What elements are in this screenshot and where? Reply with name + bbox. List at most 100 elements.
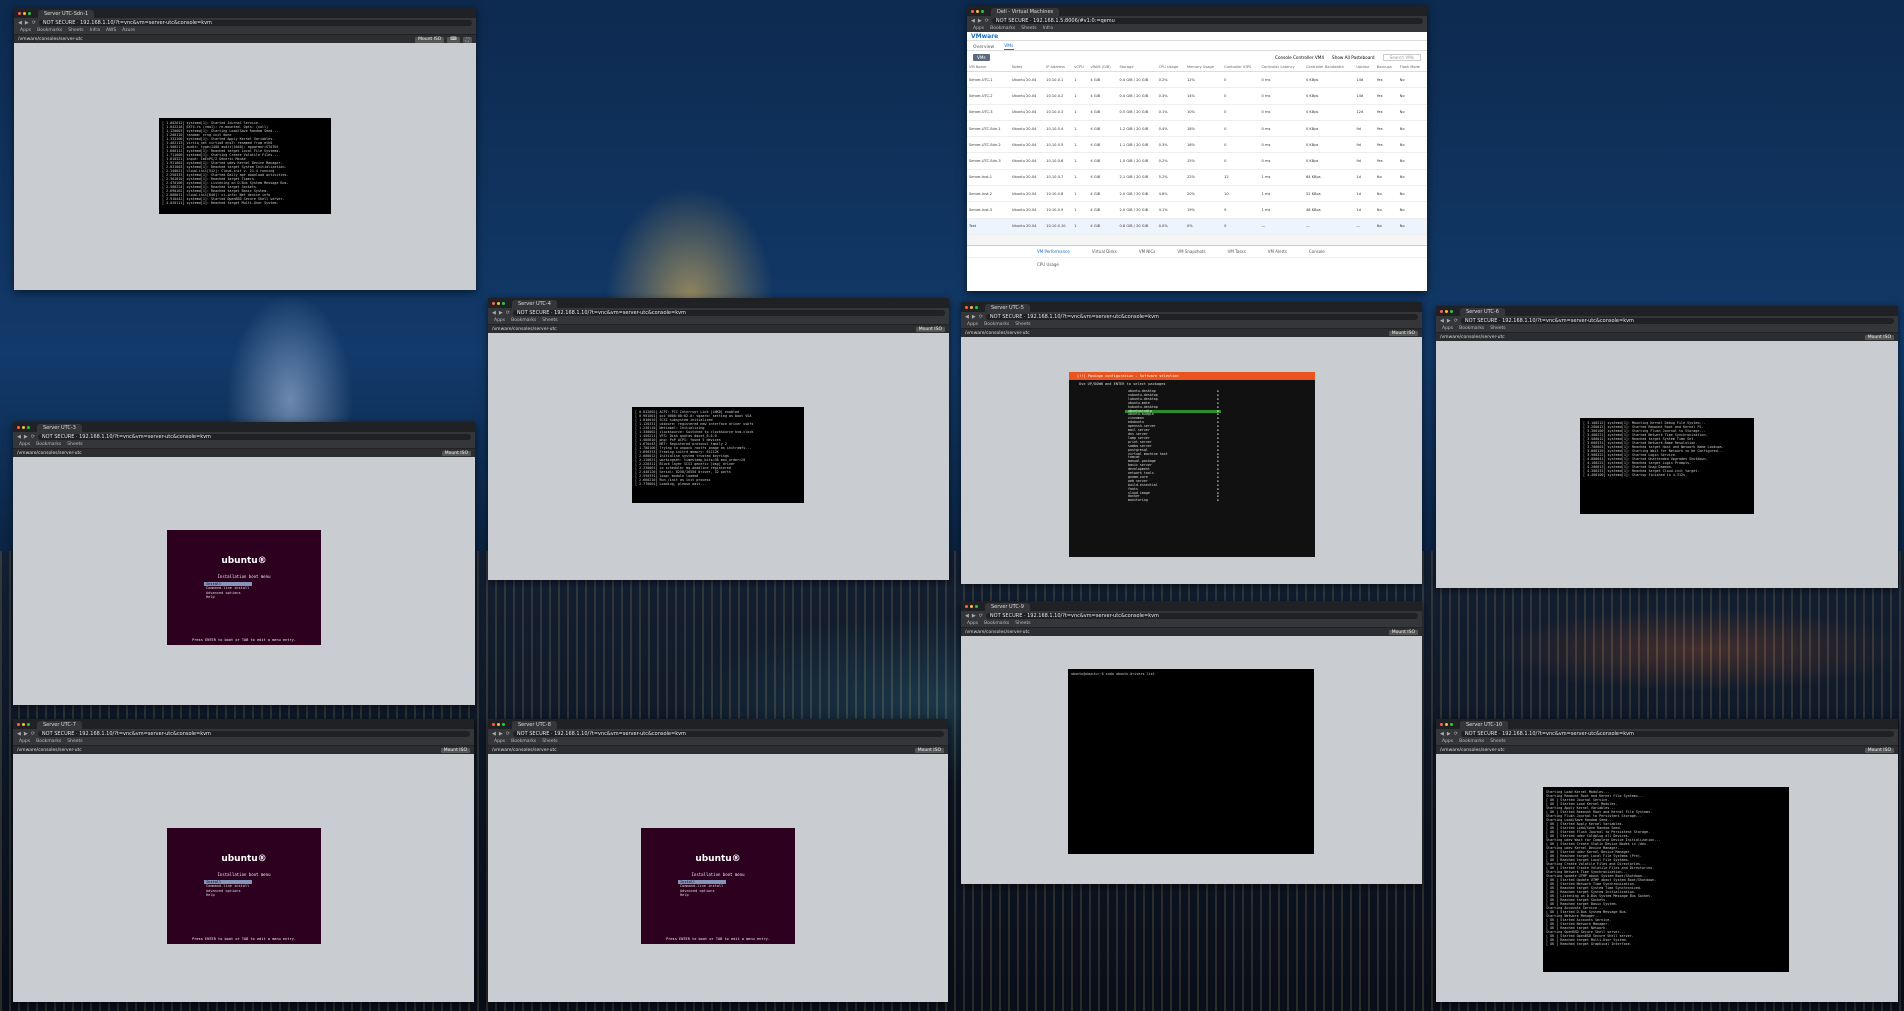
package-selection-screen[interactable]: [!!] Package configuration - Software se… xyxy=(1069,372,1315,557)
table-row[interactable]: Server-UTC-Sdn-2 Ubuntu 20.04 10.10.0.5 1 4 … xyxy=(967,136,1427,154)
bookmark-item[interactable]: Bookmarks xyxy=(511,317,536,324)
back-icon[interactable]: ◀ xyxy=(492,310,496,316)
browser-tab[interactable]: Server UTC-6 xyxy=(1460,308,1505,316)
vm-console-terminal[interactable]: [ 3.100212] systemd[1]: Mounting Kernel … xyxy=(1580,418,1754,514)
window-controls[interactable] xyxy=(1440,306,1453,316)
browser-window-9[interactable]: Server UTC-9 ◀ ▶ ⟳ NOT SECURE · 192.168.1.1… xyxy=(961,601,1422,884)
vms-button[interactable]: VMs xyxy=(973,53,990,61)
bookmark-item[interactable]: Sheets xyxy=(1015,321,1030,328)
table-row[interactable]: Server-UTC-Sdn-3 Ubuntu 20.04 10.10.0.6 1 4 … xyxy=(967,152,1427,170)
bookmark-item[interactable]: Bookmarks xyxy=(990,25,1015,32)
reload-icon[interactable]: ⟳ xyxy=(1454,731,1458,737)
bookmark-item[interactable]: Apps xyxy=(967,321,978,328)
address-bar[interactable]: NOT SECURE · 192.168.1.10/?t=vnc&vm=serv… xyxy=(512,730,944,737)
bookmark-item[interactable]: Sheets xyxy=(67,738,82,745)
bookmark-item[interactable]: Apps xyxy=(494,738,505,745)
boot-menu[interactable]: Install Command-line install Advanced op… xyxy=(678,880,726,897)
window-controls[interactable] xyxy=(17,422,30,432)
bookmark-item[interactable]: Sheets xyxy=(542,317,557,324)
mount-iso-button[interactable]: Mount ISO xyxy=(1388,630,1418,635)
table-row[interactable]: Server-UTC-2 Ubuntu 20.04 10.10.0.2 1 4 GiB 0… xyxy=(967,87,1427,105)
checkbox-icon[interactable]: ▪ xyxy=(1217,498,1219,503)
mount-iso-button[interactable]: Mount ISO xyxy=(440,748,470,753)
mount-iso-button[interactable]: Mount ISO xyxy=(914,748,944,753)
reload-icon[interactable]: ⟳ xyxy=(979,314,983,320)
mount-iso-button[interactable]: Mount ISO xyxy=(415,36,445,43)
window-controls[interactable] xyxy=(1440,719,1453,729)
tab-overview[interactable]: Overview xyxy=(973,45,994,50)
window-controls[interactable] xyxy=(492,298,505,308)
bookmark-item[interactable]: Apps xyxy=(494,317,505,324)
bookmark-item[interactable]: Sheets xyxy=(68,27,83,34)
back-icon[interactable]: ◀ xyxy=(965,314,969,320)
browser-tab[interactable]: Server UTC-5 xyxy=(985,304,1030,312)
back-icon[interactable]: ◀ xyxy=(1440,731,1444,737)
tab-vms[interactable]: VMs xyxy=(1004,44,1014,50)
browser-window-6[interactable]: Server UTC-6 ◀ ▶ ⟳ NOT SECURE · 192.168.1.1… xyxy=(1436,306,1898,588)
reload-icon[interactable]: ⟳ xyxy=(31,731,35,737)
back-icon[interactable]: ◀ xyxy=(492,731,496,737)
forward-icon[interactable]: ▶ xyxy=(24,731,28,737)
column-header[interactable]: VM Name xyxy=(967,63,1010,72)
detail-tab[interactable]: VM Performance xyxy=(1037,249,1070,254)
bookmark-item[interactable]: Apps xyxy=(1442,738,1453,745)
browser-tab[interactable]: Server UTC-8 xyxy=(512,721,557,729)
mount-iso-button[interactable]: Mount ISO xyxy=(915,327,945,332)
address-bar[interactable]: NOT SECURE · 192.168.1.10/?t=vnc&vm=serv… xyxy=(37,433,471,440)
forward-icon[interactable]: ▶ xyxy=(1447,731,1451,737)
column-header[interactable]: CPU Usage xyxy=(1156,63,1185,72)
browser-window-10[interactable]: Server UTC-10 ◀ ▶ ⟳ NOT SECURE · 192.168.1.… xyxy=(1436,719,1898,1002)
bookmark-item[interactable]: Bookmarks xyxy=(36,738,61,745)
browser-tab[interactable]: Server UTC-7 xyxy=(37,721,82,729)
column-header[interactable]: vRAM (GiB) xyxy=(1088,63,1118,72)
vm-console-terminal[interactable]: Starting Load Kernel Modules... Starting… xyxy=(1543,787,1789,972)
address-bar[interactable]: NOT SECURE · 192.168.1.5:8006/#v1:0:=qem… xyxy=(991,17,1423,24)
boot-menu-item[interactable]: Help xyxy=(204,893,252,897)
bookmark-item[interactable]: Infra xyxy=(90,27,100,34)
column-header[interactable]: Controller Latency xyxy=(1259,63,1304,72)
package-list[interactable]: ubuntu-desktop ▪ xubuntu-desktop ▪ lubuntu-d… xyxy=(1125,389,1221,503)
reload-icon[interactable]: ⟳ xyxy=(32,20,36,26)
column-header[interactable]: Uptime xyxy=(1354,63,1375,72)
browser-tab[interactable]: Server UTC-3 xyxy=(37,424,82,432)
browser-window-8[interactable]: Server UTC-8 ◀ ▶ ⟳ NOT SECURE · 192.168.1.1… xyxy=(488,719,948,1002)
window-controls[interactable] xyxy=(965,601,978,611)
boot-menu-item[interactable]: Help xyxy=(678,893,726,897)
bookmark-item[interactable]: Apps xyxy=(20,27,31,34)
bookmark-item[interactable]: Apps xyxy=(19,441,30,448)
forward-icon[interactable]: ▶ xyxy=(499,310,503,316)
reload-icon[interactable]: ⟳ xyxy=(985,18,989,24)
back-icon[interactable]: ◀ xyxy=(1440,318,1444,324)
address-bar[interactable]: NOT SECURE · 192.168.1.10/?t=vnc&vm=serv… xyxy=(38,19,472,26)
table-row[interactable]: Test Ubuntu 20.04 10.10.0.10 1 4 GiB 0.8 GiB … xyxy=(967,218,1427,235)
keyboard-icon[interactable]: ⌨ xyxy=(447,36,460,43)
boot-menu-item[interactable]: Command-line install xyxy=(678,884,726,888)
boot-menu[interactable]: Install Command-line install Advanced op… xyxy=(204,582,252,599)
bookmark-item[interactable]: Sheets xyxy=(1015,620,1030,627)
bookmark-item[interactable]: Azure xyxy=(122,27,135,34)
bookmark-item[interactable]: Apps xyxy=(973,25,984,32)
window-controls[interactable] xyxy=(971,6,984,16)
address-bar[interactable]: NOT SECURE · 192.168.1.10/?t=vnc&vm=serv… xyxy=(985,313,1418,320)
column-header[interactable]: vCPU xyxy=(1072,63,1089,72)
table-row[interactable]: Server-Inst-3 Ubuntu 20.04 10.10.0.9 1 4 GiB… xyxy=(967,201,1427,219)
boot-menu[interactable]: Install Command-line install Advanced op… xyxy=(204,880,252,897)
column-header[interactable]: Controller IOPS xyxy=(1222,63,1260,72)
browser-window-4[interactable]: Server UTC-4 ◀ ▶ ⟳ NOT SECURE · 192.168.1.1… xyxy=(488,298,949,580)
reload-icon[interactable]: ⟳ xyxy=(506,731,510,737)
forward-icon[interactable]: ▶ xyxy=(1447,318,1451,324)
back-icon[interactable]: ◀ xyxy=(965,613,969,619)
search-input[interactable]: Search VMs xyxy=(1382,53,1421,61)
browser-window-vm-manager[interactable]: Dell - Virtual Machines ◀ ▶ ⟳ NOT SECURE · … xyxy=(967,6,1427,291)
column-header[interactable]: Controller Bandwidth xyxy=(1303,63,1355,72)
browser-window-3[interactable]: Server UTC-3 ◀ ▶ ⟳ NOT SECURE · 192.168.1.1… xyxy=(13,422,475,705)
window-controls[interactable] xyxy=(18,8,31,18)
mount-iso-button[interactable]: Mount ISO xyxy=(1864,748,1894,753)
browser-tab[interactable]: Server UTC-Sdn-1 xyxy=(38,10,95,18)
vm-console-terminal[interactable]: [ 0.812002] ACPI: PCI Interrupt Link [LN… xyxy=(632,407,804,503)
filter-select[interactable]: Show All Pasteboard xyxy=(1332,55,1375,60)
window-controls[interactable] xyxy=(965,302,978,312)
window-controls[interactable] xyxy=(492,719,505,729)
bookmark-item[interactable]: Sheets xyxy=(1490,738,1505,745)
forward-icon[interactable]: ▶ xyxy=(972,314,976,320)
